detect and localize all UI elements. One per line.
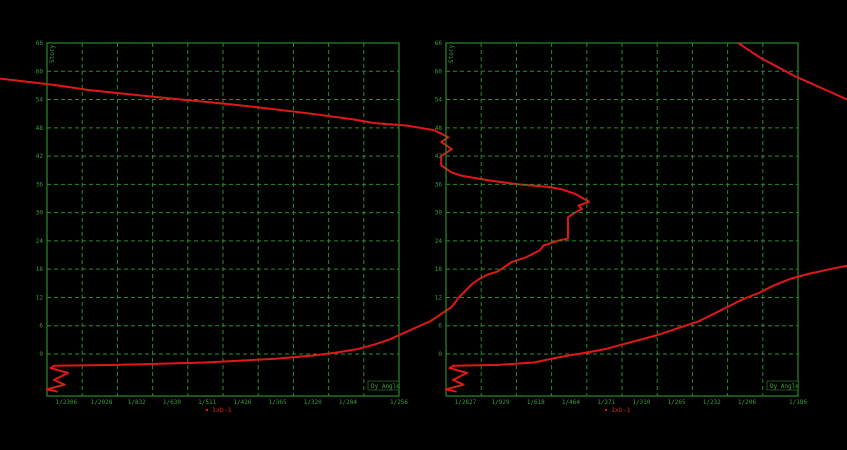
y-tick-label: 42 [435,153,443,160]
x-tick-label: 1/618 [527,399,545,406]
x-tick-label: 1/2306 [56,399,78,406]
chart-panel-2: 0 6 12 18 24 30 36 42 48 54 60 66 1/2827 1/929 1/618 1/… [435,40,847,414]
y-tick-label: 30 [435,210,443,217]
y-tick-label: 6 [438,323,442,330]
y-tick-label: 48 [435,125,443,132]
x-tick-label: 1/630 [163,399,181,406]
x-tick-label: 1/206 [738,399,756,406]
y-tick-label: 12 [435,294,443,301]
x-tick-label: 1/2827 [455,399,477,406]
x-tick-label: 1/186 [789,399,807,406]
x-tick-label: 1/832 [128,399,146,406]
x-tick-label: 1/464 [562,399,580,406]
y-tick-label: 48 [36,125,44,132]
y-tick-label: 54 [435,97,443,104]
y-tick-label: 24 [435,238,443,245]
x-tick-label: 1/511 [198,399,216,406]
x-tick-label: 1/929 [492,399,510,406]
x-tick-label: 1/232 [703,399,721,406]
legend-label: 1xb-1 [611,406,631,414]
x-tick-label: 1/256 [390,399,408,406]
y-tick-label: 12 [36,294,44,301]
x-tick-label: 1/284 [339,399,357,406]
y-tick-label: 24 [36,238,44,245]
y-tick-label: 60 [435,68,443,75]
y-axis-label: Story [448,45,455,63]
y-tick-label: 6 [39,323,43,330]
x-tick-label: 1/310 [632,399,650,406]
legend-marker [604,409,607,411]
x-axis-label: Dy Angle [770,383,799,390]
series-line [445,42,847,393]
legend-marker [205,409,208,411]
y-tick-label: 66 [36,40,44,47]
x-tick-label: 1/365 [269,399,287,406]
y-axis-label: Story [49,45,56,63]
series-line [0,77,591,393]
y-tick-label: 0 [39,351,43,358]
y-tick-label: 36 [435,181,443,188]
y-tick-label: 42 [36,153,44,160]
y-tick-label: 36 [36,181,44,188]
y-tick-label: 54 [36,97,44,104]
x-tick-label: 1/320 [304,399,322,406]
chart-canvas: 06121824303642485460661/2306 1/2028 1/832 1… [0,40,847,414]
y-tick-label: 18 [36,266,44,273]
x-tick-label: 1/2028 [91,399,113,406]
x-tick-label: 1/265 [668,399,686,406]
legend-label: 1xb-1 [212,406,232,414]
y-tick-label: 0 [438,351,442,358]
x-tick-label: 1/426 [233,399,251,406]
y-tick-label: 18 [435,266,443,273]
y-tick-label: 66 [435,40,443,47]
x-axis-label: Dy Angle [371,383,400,390]
y-tick-label: 30 [36,210,44,217]
chart-panel-1: 06121824303642485460661/2306 1/2028 1/832 1… [0,40,591,414]
y-tick-label: 60 [36,68,44,75]
x-tick-label: 1/371 [597,399,615,406]
